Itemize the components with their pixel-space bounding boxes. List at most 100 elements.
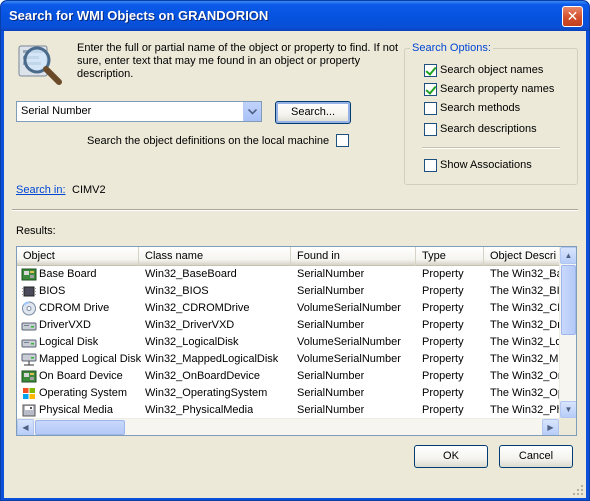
magnifier-icon xyxy=(15,40,65,86)
cell-type: Property xyxy=(422,285,464,297)
cell-found-in: VolumeSerialNumber xyxy=(297,302,401,314)
scroll-left-button[interactable]: ◀ xyxy=(17,419,34,435)
network-drive-icon xyxy=(21,352,37,367)
windows-icon xyxy=(21,386,37,401)
cell-object: Base Board xyxy=(39,268,97,280)
vertical-scroll-thumb[interactable] xyxy=(561,265,576,335)
board-icon xyxy=(21,267,37,282)
cell-class-name: Win32_BIOS xyxy=(145,285,209,297)
cancel-button[interactable]: Cancel xyxy=(499,445,573,468)
close-button[interactable]: ✕ xyxy=(562,6,583,27)
cell-description: The Win32_Op xyxy=(490,387,559,399)
resize-grip-icon[interactable] xyxy=(572,484,584,496)
window-title: Search for WMI Objects on GRANDORION xyxy=(9,8,269,23)
table-row[interactable]: Base Board Win32_BaseBoard SerialNumber Pro… xyxy=(17,266,559,283)
option-label: Search descriptions xyxy=(440,123,537,135)
drive-icon xyxy=(21,318,37,333)
option-label: Search property names xyxy=(440,83,555,95)
cell-object: CDROM Drive xyxy=(39,302,110,314)
cell-object: Mapped Logical Disk xyxy=(39,353,142,365)
cell-class-name: Win32_BaseBoard xyxy=(145,268,237,280)
cell-type: Property xyxy=(422,353,464,365)
horizontal-scroll-thumb[interactable] xyxy=(35,420,125,435)
associations-checkbox[interactable] xyxy=(424,159,437,172)
descriptions-checkbox[interactable] xyxy=(424,123,437,136)
table-row[interactable]: Logical Disk Win32_LogicalDisk VolumeSeria… xyxy=(17,334,559,351)
search-in-link[interactable]: Search in: xyxy=(16,184,66,196)
options-divider xyxy=(422,147,560,149)
cell-class-name: Win32_DriverVXD xyxy=(145,319,235,331)
dropdown-arrow-button[interactable] xyxy=(243,102,261,121)
option-label: Search methods xyxy=(440,102,521,114)
results-listview[interactable]: Object Class name Found in Type Object D… xyxy=(16,246,577,436)
search-button[interactable]: Search... xyxy=(275,101,351,124)
cell-found-in: SerialNumber xyxy=(297,319,365,331)
section-divider xyxy=(12,209,578,211)
cell-type: Property xyxy=(422,370,464,382)
close-icon: ✕ xyxy=(566,8,579,24)
cell-description: The Win32_Dr xyxy=(490,319,559,331)
cell-class-name: Win32_CDROMDrive xyxy=(145,302,250,314)
title-bar[interactable]: Search for WMI Objects on GRANDORION ✕ xyxy=(1,1,589,31)
table-row[interactable]: CDROM Drive Win32_CDROMDrive VolumeSerialN… xyxy=(17,300,559,317)
cell-description: The Win32_CD xyxy=(490,302,559,314)
cell-object: DriverVXD xyxy=(39,319,91,331)
table-row[interactable]: DriverVXD Win32_DriverVXD SerialNumber Prop… xyxy=(17,317,559,334)
cell-description: The Win32_Ph xyxy=(490,404,559,416)
cell-description: The Win32_Ba xyxy=(490,268,559,280)
cell-description: The Win32_BI xyxy=(490,285,559,297)
ok-button[interactable]: OK xyxy=(414,445,488,468)
scrollbar-corner xyxy=(559,418,576,435)
cell-found-in: SerialNumber xyxy=(297,387,365,399)
cell-class-name: Win32_OnBoardDevice xyxy=(145,370,260,382)
object-names-checkbox[interactable] xyxy=(424,64,437,77)
table-row[interactable]: On Board Device Win32_OnBoardDevice Serial… xyxy=(17,368,559,385)
column-header-class-name[interactable]: Class name xyxy=(139,247,291,266)
namespace-value: CIMV2 xyxy=(72,184,106,196)
vertical-scrollbar[interactable]: ▲ ▼ xyxy=(559,247,576,418)
methods-checkbox[interactable] xyxy=(424,102,437,115)
dialog-body: Enter the full or partial name of the ob… xyxy=(4,31,586,498)
results-rows: Base Board Win32_BaseBoard SerialNumber Pro… xyxy=(17,266,559,419)
table-row[interactable]: BIOS Win32_BIOS SerialNumber Property The Wi… xyxy=(17,283,559,300)
column-header-description[interactable]: Object Descri xyxy=(484,247,559,266)
cell-description: The Win32_Lo xyxy=(490,336,559,348)
scroll-down-button[interactable]: ▼ xyxy=(560,401,576,418)
cell-type: Property xyxy=(422,387,464,399)
cell-object: On Board Device xyxy=(39,370,123,382)
column-header-type[interactable]: Type xyxy=(416,247,484,266)
results-label: Results: xyxy=(16,225,56,237)
cell-type: Property xyxy=(422,268,464,280)
cell-object: BIOS xyxy=(39,285,66,297)
search-combobox[interactable]: Serial Number xyxy=(16,101,262,122)
column-header-object[interactable]: Object xyxy=(17,247,139,266)
cell-object: Physical Media xyxy=(39,404,113,416)
scroll-right-button[interactable]: ▶ xyxy=(542,419,559,435)
search-input[interactable]: Serial Number xyxy=(21,105,91,117)
board-icon xyxy=(21,369,37,384)
chevron-down-icon xyxy=(248,108,257,115)
cell-type: Property xyxy=(422,336,464,348)
column-header-found-in[interactable]: Found in xyxy=(291,247,416,266)
chip-icon xyxy=(21,284,37,299)
table-row[interactable]: Operating System Win32_OperatingSystem Ser… xyxy=(17,385,559,402)
cell-object: Operating System xyxy=(39,387,128,399)
cell-class-name: Win32_OperatingSystem xyxy=(145,387,268,399)
option-label: Search object names xyxy=(440,64,544,76)
results-header: Object Class name Found in Type Object D… xyxy=(17,247,559,266)
cell-found-in: SerialNumber xyxy=(297,285,365,297)
drive-icon xyxy=(21,335,37,350)
table-row[interactable]: Mapped Logical Disk Win32_MappedLogicalDi… xyxy=(17,351,559,368)
cell-object: Logical Disk xyxy=(39,336,99,348)
cell-found-in: SerialNumber xyxy=(297,404,365,416)
local-machine-checkbox[interactable] xyxy=(336,134,349,147)
option-label: Show Associations xyxy=(440,159,532,171)
cell-found-in: VolumeSerialNumber xyxy=(297,353,401,365)
scroll-up-button[interactable]: ▲ xyxy=(560,247,576,264)
cell-description: The Win32_On xyxy=(490,370,559,382)
property-names-checkbox[interactable] xyxy=(424,83,437,96)
cell-found-in: SerialNumber xyxy=(297,268,365,280)
horizontal-scrollbar[interactable]: ◀ ▶ xyxy=(17,418,559,435)
cell-type: Property xyxy=(422,319,464,331)
table-row[interactable]: Physical Media Win32_PhysicalMedia SerialN… xyxy=(17,402,559,419)
